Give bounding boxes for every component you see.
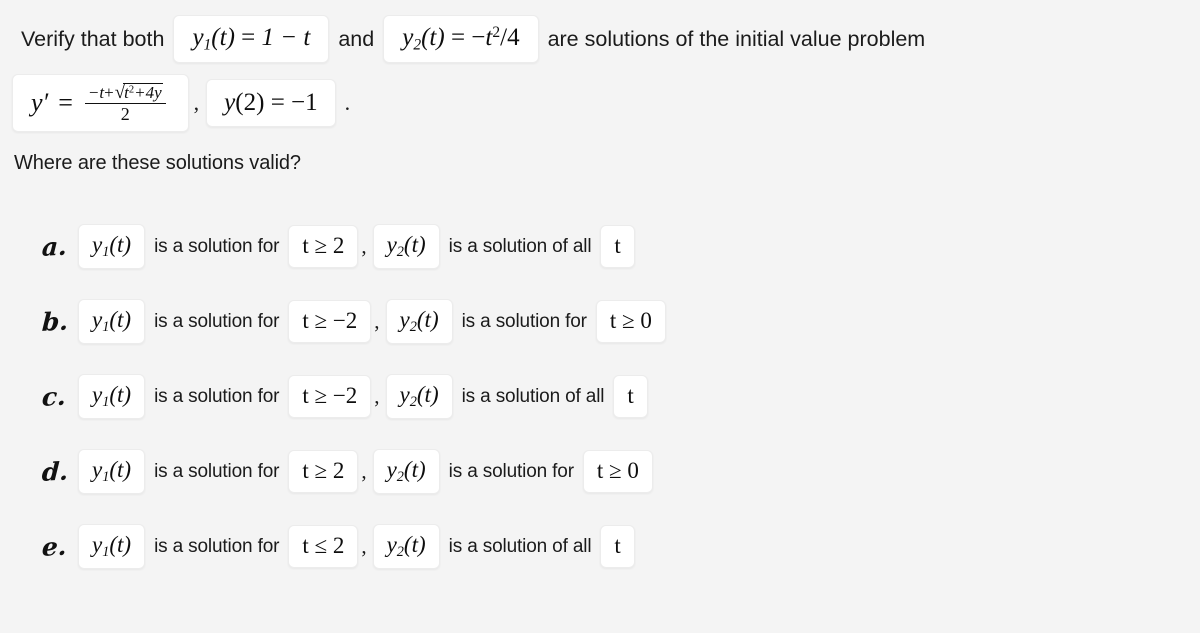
option-letter-d: d. [41,456,69,487]
option-letter-a: a. [41,231,68,262]
option-d-condition-1: t ≥ 2 [288,450,359,493]
option-row-e[interactable]: e. y1(t) is a solution for t ≤ 2 , y2(t)… [41,509,1200,584]
option-e-text-2: is a solution of all [448,535,592,557]
fraction-denominator: 2 [120,104,130,124]
option-d-text-2: is a solution for [448,460,574,482]
option-a-expression-1: y1(t) [78,224,146,269]
ode-left-hand-side: y′ [31,87,49,117]
y1-argument: (t) [211,23,235,51]
option-c-text-1: is a solution for [154,385,280,407]
option-c-expression-2: y2(t) [385,374,453,419]
option-a-expression-2: y2(t) [372,224,440,269]
radicand: t2+4y [123,82,163,102]
sentence-period: . [344,90,351,115]
prompt-conjunction-text: and [338,26,375,51]
ic-function-name: y [224,89,236,116]
option-d-expression-1: y1(t) [78,449,146,494]
option-e-expression-1: y1(t) [78,524,146,569]
ic-argument: (2) [235,89,265,116]
option-letter-c: c. [41,381,67,412]
y2-function-name: y [402,23,414,51]
option-c-condition-2: t [613,375,648,418]
option-row-b[interactable]: b. y1(t) is a solution for t ≥ −2 , y2(t… [41,284,1200,359]
option-d-expression-2: y2(t) [372,449,440,494]
question-text: Where are these solutions valid? [14,152,301,174]
numerator-minus-t: −t [87,82,105,102]
y1-function-name: y [192,23,204,51]
option-b-expression-1: y1(t) [78,299,146,344]
option-e-expression-2: y2(t) [372,524,440,569]
numerator-plus-sign: + [104,82,114,102]
options-list: a. y1(t) is a solution for t ≥ 2 , y2(t)… [41,209,1200,584]
problem-page: Verify that both y1(t) = 1 − t and y2(t)… [0,0,1200,633]
option-c-expression-1: y1(t) [78,374,146,419]
differential-equation: y′ = −t+√t2+4y 2 [12,73,189,133]
y1-equals-sign: = [241,23,256,51]
option-b-comma: , [374,309,380,333]
option-d-condition-2: t ≥ 0 [582,450,653,493]
option-letter-b: b. [41,306,69,337]
prompt-tail-text: are solutions of the initial value probl… [547,26,926,51]
option-row-c[interactable]: c. y1(t) is a solution for t ≥ −2 , y2(t… [41,359,1200,434]
option-d-comma: , [361,459,367,483]
option-e-condition-1: t ≤ 2 [288,525,359,568]
ic-equals-sign: = [270,89,285,116]
y2-argument: (t) [421,23,445,51]
ode-equals-sign: = [58,87,73,117]
option-a-comma: , [361,234,367,258]
square-root: √t2+4y [114,82,163,102]
prompt-line-1: Verify that both y1(t) = 1 − t and y2(t)… [12,10,1200,68]
option-b-text-2: is a solution for [461,310,587,332]
option-a-condition-2: t [600,225,635,268]
ode-fraction: −t+√t2+4y 2 [84,82,166,124]
y1-right-hand-side: 1 − t [261,23,311,51]
option-letter-e: e. [41,531,68,562]
option-b-condition-2: t ≥ 0 [595,300,666,343]
option-c-text-2: is a solution of all [461,385,605,407]
option-e-comma: , [361,534,367,558]
option-d-text-1: is a solution for [154,460,280,482]
option-c-comma: , [374,384,380,408]
option-e-text-1: is a solution for [154,535,280,557]
ic-value: −1 [291,89,318,116]
option-row-a[interactable]: a. y1(t) is a solution for t ≥ 2 , y2(t)… [41,209,1200,284]
y2-equals-sign: = [450,23,466,51]
radicand-rest: +4y [134,82,162,102]
expression-y1-definition: y1(t) = 1 − t [173,14,330,64]
option-b-text-1: is a solution for [154,310,280,332]
initial-condition: y(2) = −1 [206,79,336,127]
y2-right-hand-side: −t2/4 [471,23,520,51]
option-a-condition-1: t ≥ 2 [288,225,359,268]
fraction-numerator: −t+√t2+4y [84,82,166,104]
ode-separator-comma: , [193,90,200,115]
option-c-condition-1: t ≥ −2 [288,375,372,418]
option-b-expression-2: y2(t) [385,299,453,344]
option-a-text-2: is a solution of all [448,235,592,257]
prompt-line-2: y′ = −t+√t2+4y 2 , y(2) = −1 . [12,72,1200,134]
expression-y2-definition: y2(t) = −t2/4 [383,14,539,64]
y2-subscript: 2 [413,35,422,53]
option-b-condition-1: t ≥ −2 [288,300,372,343]
option-e-condition-2: t [600,525,635,568]
prompt-lead-text: Verify that both [21,26,165,51]
option-row-d[interactable]: d. y1(t) is a solution for t ≥ 2 , y2(t)… [41,434,1200,509]
option-a-text-1: is a solution for [154,235,280,257]
